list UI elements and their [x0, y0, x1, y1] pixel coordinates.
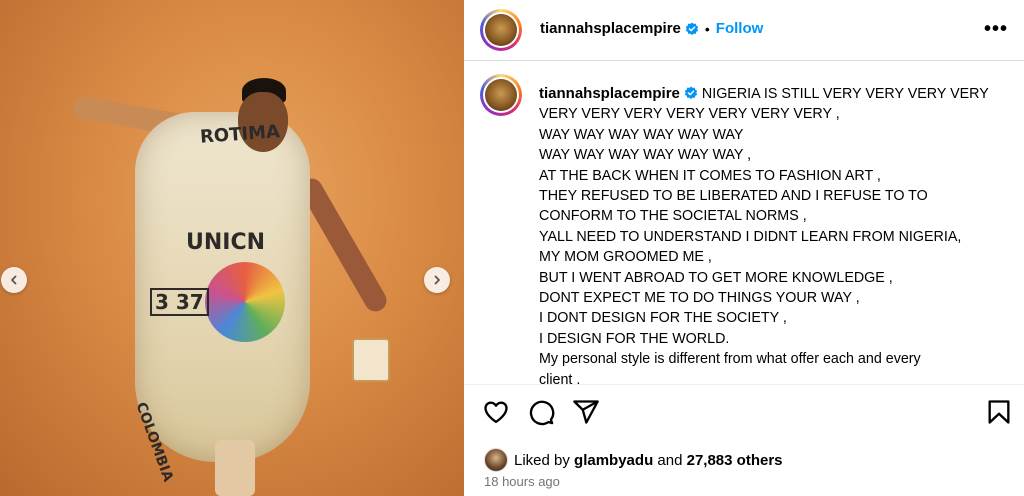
caption-line: THEY REFUSED TO BE LIBERATED AND I REFUS…: [539, 188, 928, 205]
more-options-button[interactable]: •••: [984, 18, 1008, 41]
header-separator: •: [704, 20, 710, 37]
caption-avatar[interactable]: [480, 74, 522, 116]
comment-button[interactable]: [527, 398, 557, 428]
save-button[interactable]: [985, 398, 1015, 428]
dress-stamp-mid: UNICN: [186, 230, 266, 255]
caption-line-text: NIGERIA IS STILL VERY VERY VERY VERY: [701, 86, 989, 102]
handbag: [352, 338, 390, 382]
chevron-right-icon: [434, 275, 440, 285]
caption-line: DONT EXPECT ME TO DO THINGS YOUR WAY ,: [539, 290, 860, 307]
share-button[interactable]: [572, 398, 602, 428]
liked-by-user[interactable]: glambyadu: [574, 452, 653, 469]
heart-icon: [484, 401, 508, 424]
caption-text: tiannahsplacempire NIGERIA IS STILL VERY …: [539, 84, 1001, 385]
like-button[interactable]: [482, 398, 512, 428]
verified-badge-icon: [685, 22, 699, 35]
likes-summary: Liked by glambyadu and 27,883 others: [484, 448, 783, 472]
header-avatar[interactable]: [480, 9, 522, 51]
follow-button[interactable]: Follow: [716, 20, 764, 37]
caption-line: VERY VERY VERY VERY VERY VERY VERY ,: [539, 106, 840, 123]
caption-line: client ,: [539, 371, 581, 385]
caption-line: AT THE BACK WHEN IT COMES TO FASHION ART…: [539, 167, 881, 184]
caption-area: tiannahsplacempire NIGERIA IS STILL VERY …: [464, 62, 1024, 385]
post-actions: [464, 398, 1024, 432]
liked-by-and: and: [657, 451, 683, 469]
dress-flower-print: [205, 262, 285, 342]
caption-username[interactable]: tiannahsplacempire: [539, 85, 680, 102]
caption-line: I DESIGN FOR THE WORLD.: [539, 330, 730, 347]
caption-line: YALL NEED TO UNDERSTAND I DIDNT LEARN FR…: [539, 228, 962, 245]
caption-line: My personal style is different from what…: [539, 351, 921, 368]
chevron-left-icon: [11, 275, 17, 285]
avatar-image: [485, 79, 517, 111]
liker-avatar[interactable]: [484, 448, 508, 472]
post-media[interactable]: ROTIMA UNICN 3 37 COLOMBIA: [0, 0, 464, 496]
liked-by-others[interactable]: 27,883 others: [687, 452, 783, 469]
caption-line: CONFORM TO THE SOCIETAL NORMS ,: [539, 208, 807, 225]
liked-by-prefix: Liked by: [514, 451, 570, 469]
header-account-row: tiannahsplacempire • Follow: [540, 20, 763, 37]
post-timestamp[interactable]: 18 hours ago: [484, 474, 560, 489]
carousel-prev-button[interactable]: [1, 267, 27, 293]
post-panel: tiannahsplacempire • Follow ••• tiannahs…: [464, 0, 1024, 496]
comment-icon: [529, 400, 555, 426]
carousel-next-button[interactable]: [424, 267, 450, 293]
caption-line: MY MOM GROOMED ME ,: [539, 249, 712, 266]
post-header: tiannahsplacempire • Follow •••: [464, 0, 1024, 61]
caption-line: WAY WAY WAY WAY WAY WAY ,: [539, 147, 752, 164]
caption-line: I DONT DESIGN FOR THE SOCIETY ,: [539, 310, 787, 327]
figure-legs: [215, 440, 255, 496]
verified-badge-icon: [684, 86, 698, 99]
avatar-image: [485, 14, 517, 46]
header-username[interactable]: tiannahsplacempire: [540, 20, 681, 37]
share-icon: [573, 400, 599, 424]
caption-line: WAY WAY WAY WAY WAY WAY: [539, 126, 744, 143]
bookmark-icon: [988, 400, 1010, 424]
figure-arm-right: [296, 174, 391, 316]
caption-line: tiannahsplacempire NIGERIA IS STILL VERY …: [539, 84, 1001, 104]
dress-stamp-num: 3 37: [150, 288, 209, 316]
caption-line: BUT I WENT ABROAD TO GET MORE KNOWLEDGE …: [539, 269, 893, 286]
